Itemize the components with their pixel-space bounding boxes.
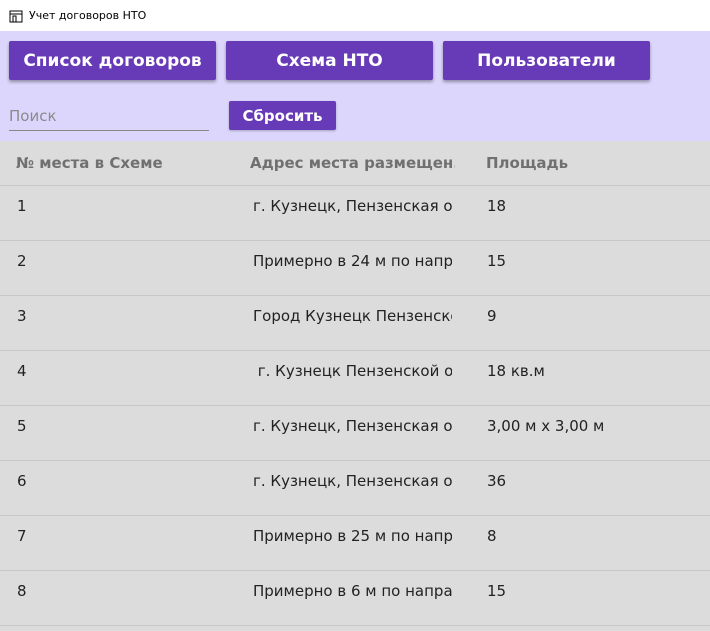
cell-place-number: 5: [17, 417, 27, 435]
cell-address: Примерно в 24 м по напр: [253, 252, 452, 270]
window-titlebar: Учет договоров НТО: [0, 0, 710, 31]
cell-area: 18: [487, 197, 507, 215]
table-row[interactable]: 8 Примерно в 6 м по напра 15: [0, 571, 710, 626]
reset-button[interactable]: Сбросить: [229, 101, 336, 130]
cell-area: 36: [487, 472, 507, 490]
search-field: [9, 104, 209, 131]
cell-area: 9: [487, 307, 497, 325]
column-header-place-number[interactable]: № места в Схеме: [16, 154, 231, 172]
table-row[interactable]: 7 Примерно в 25 м по напр 8: [0, 516, 710, 571]
cell-place-number: 6: [17, 472, 27, 490]
column-header-area[interactable]: Площадь: [486, 154, 686, 172]
table-row[interactable]: 2 Примерно в 24 м по напр 15: [0, 241, 710, 296]
search-input[interactable]: [9, 104, 209, 128]
cell-place-number: 4: [17, 362, 27, 380]
cell-area: 15: [487, 252, 507, 270]
nto-scheme-button[interactable]: Схема НТО: [226, 41, 433, 80]
cell-area: 15: [487, 582, 507, 600]
cell-place-number: 2: [17, 252, 27, 270]
cell-address: г. Кузнецк Пензенской об: [253, 362, 452, 380]
cell-place-number: 7: [17, 527, 27, 545]
cell-address: г. Кузнецк, Пензенская об: [253, 417, 452, 435]
users-button[interactable]: Пользователи: [443, 41, 650, 80]
table-row[interactable]: 5 г. Кузнецк, Пензенская об 3,00 м х 3,0…: [0, 406, 710, 461]
toolbar: Список договоров Схема НТО Пользователи …: [0, 31, 710, 141]
cell-area: 18 кв.м: [487, 362, 545, 380]
cell-place-number: 3: [17, 307, 27, 325]
cell-area: 8: [487, 527, 497, 545]
cell-address: Примерно в 25 м по напр: [253, 527, 452, 545]
window-title: Учет договоров НТО: [29, 9, 147, 22]
window-app-icon: [8, 8, 24, 24]
cell-address: г. Кузнецк, Пензенская об: [253, 197, 452, 215]
column-header-address[interactable]: Адрес места размещен...: [250, 154, 455, 172]
table-row[interactable]: 4 г. Кузнецк Пензенской об 18 кв.м: [0, 351, 710, 406]
table-row[interactable]: 6 г. Кузнецк, Пензенская об 36: [0, 461, 710, 516]
table-row[interactable]: 3 Город Кузнецк Пензенско 9: [0, 296, 710, 351]
table-header: № места в Схеме Адрес места размещен... …: [0, 141, 710, 186]
cell-address: г. Кузнецк, Пензенская об: [253, 472, 452, 490]
table-row[interactable]: 1 г. Кузнецк, Пензенская об 18: [0, 186, 710, 241]
contracts-table: № места в Схеме Адрес места размещен... …: [0, 141, 710, 631]
cell-address: Город Кузнецк Пензенско: [253, 307, 452, 325]
cell-address: Примерно в 6 м по напра: [253, 582, 452, 600]
cell-place-number: 1: [17, 197, 27, 215]
contracts-list-button[interactable]: Список договоров: [9, 41, 216, 80]
cell-place-number: 8: [17, 582, 27, 600]
cell-area: 3,00 м х 3,00 м: [487, 417, 605, 435]
